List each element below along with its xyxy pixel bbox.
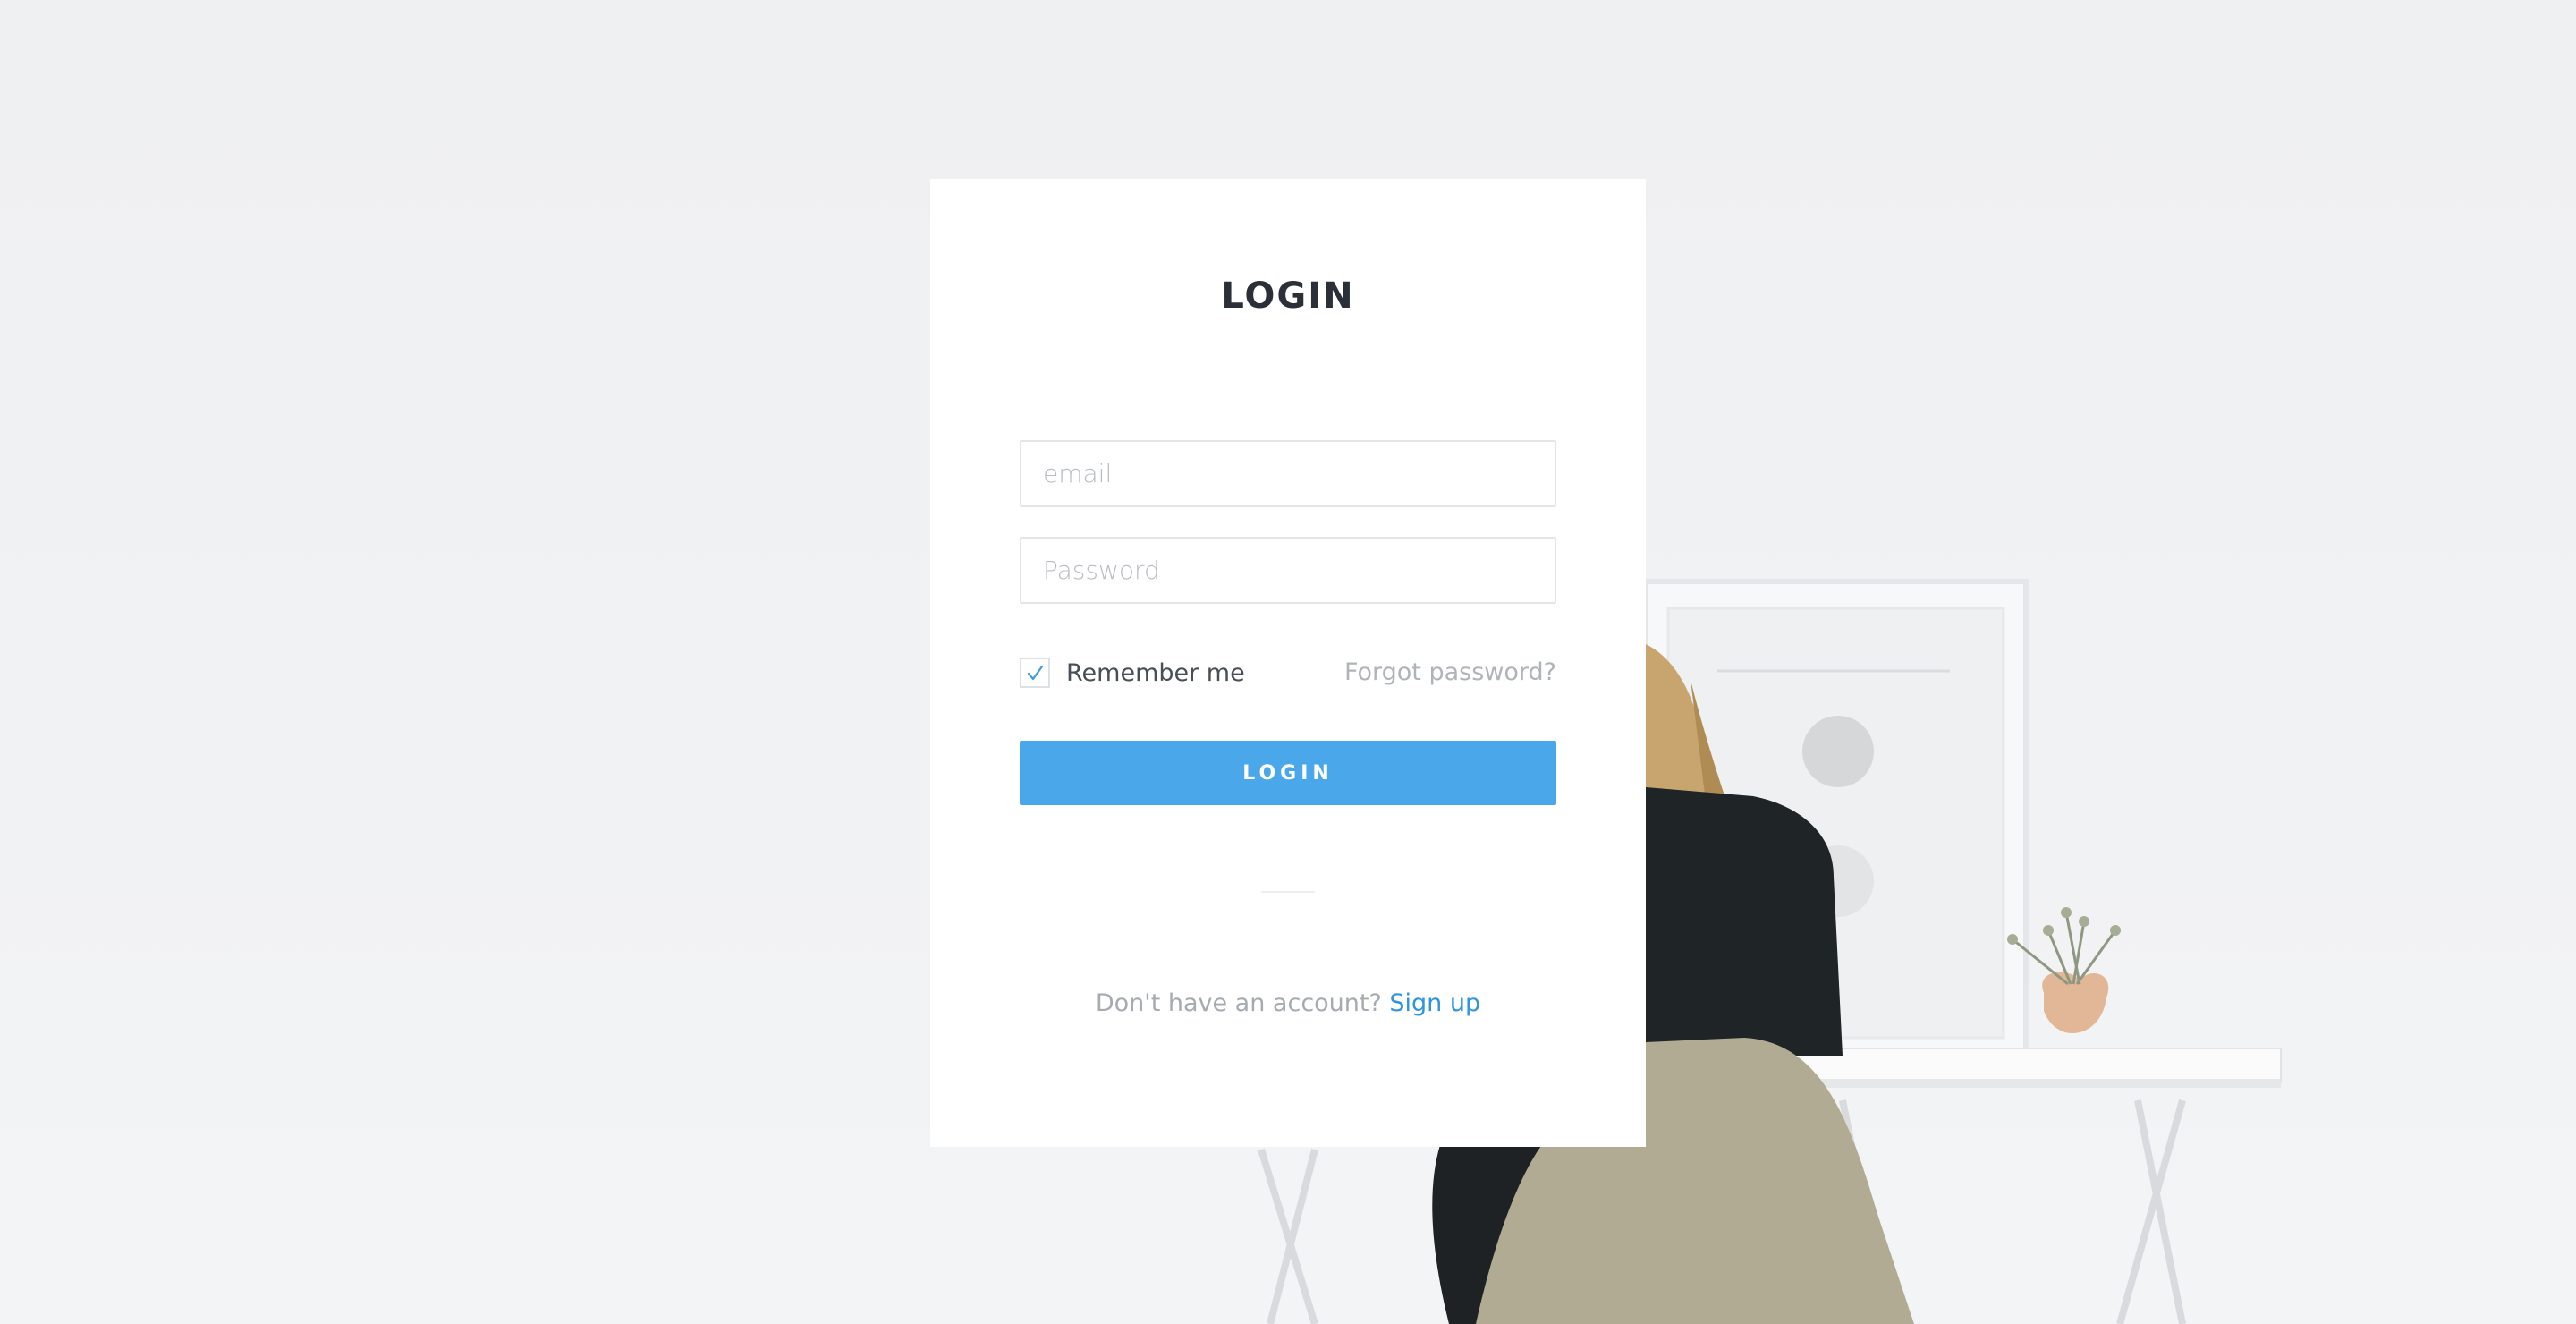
login-card: LOGIN Remember me Forgot password? LOGIN…	[930, 179, 1646, 1147]
remember-me-label: Remember me	[1066, 658, 1245, 687]
signup-link[interactable]: Sign up	[1389, 989, 1480, 1017]
signup-prompt-text: Don't have an account?	[1095, 989, 1390, 1017]
email-field[interactable]	[1020, 440, 1556, 507]
remember-me-checkbox[interactable]	[1020, 658, 1050, 688]
check-icon	[1027, 665, 1044, 681]
remember-me-toggle[interactable]: Remember me	[1020, 655, 1245, 691]
login-button[interactable]: LOGIN	[1020, 741, 1556, 805]
password-field[interactable]	[1020, 537, 1556, 604]
signup-prompt: Don't have an account? Sign up	[930, 989, 1646, 1017]
forgot-password-link[interactable]: Forgot password?	[1344, 655, 1556, 691]
page-title: LOGIN	[1221, 276, 1355, 317]
divider	[1261, 891, 1315, 893]
